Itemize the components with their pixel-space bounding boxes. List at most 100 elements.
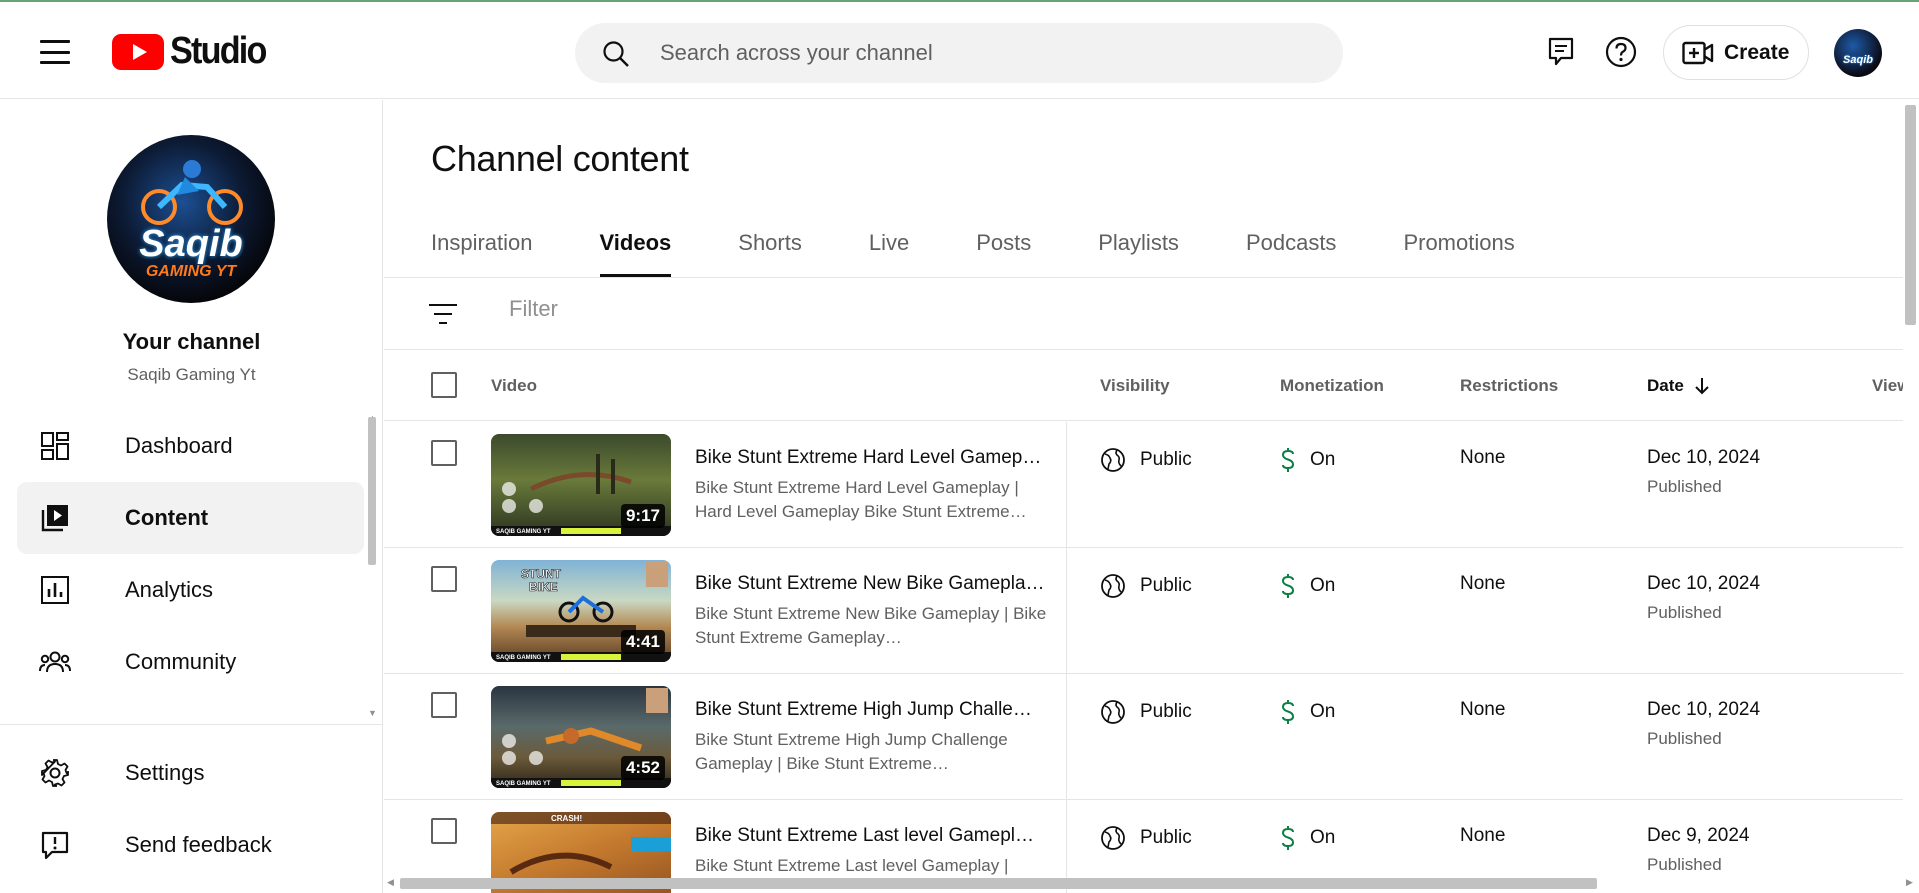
sort-down-icon[interactable] <box>1694 377 1710 395</box>
globe-icon <box>1101 700 1125 724</box>
restrictions-cell: None <box>1460 699 1506 720</box>
sidebar-scroll-down-icon[interactable]: ▼ <box>368 708 377 718</box>
monetization-cell[interactable]: On <box>1280 699 1335 725</box>
video-title[interactable]: Bike Stunt Extreme New Bike Gamepla… <box>695 573 1055 595</box>
monetization-cell[interactable]: On <box>1280 573 1335 599</box>
sidebar-item-label: Content <box>125 505 209 530</box>
dollar-icon <box>1281 826 1295 850</box>
column-date[interactable]: Date <box>1647 376 1710 396</box>
help-icon[interactable] <box>1605 36 1637 68</box>
select-all-checkbox[interactable] <box>431 372 457 398</box>
sidebar-item-label: Community <box>125 649 237 674</box>
tab-inspiration[interactable]: Inspiration <box>431 227 533 277</box>
channel-name: Saqib Gaming Yt <box>127 365 256 384</box>
account-avatar[interactable]: Saqib <box>1834 29 1882 77</box>
create-button[interactable]: Create <box>1663 25 1809 80</box>
row-checkbox[interactable] <box>431 440 457 466</box>
column-video: Video <box>491 376 537 395</box>
tab-promotions[interactable]: Promotions <box>1403 227 1514 277</box>
video-title[interactable]: Bike Stunt Extreme Last level Gamepl… <box>695 825 1055 847</box>
studio-logo[interactable]: Studio <box>112 30 276 73</box>
visibility-cell[interactable]: Public <box>1100 447 1192 473</box>
sidebar-item-analytics[interactable]: Analytics <box>17 554 364 626</box>
search-input[interactable] <box>660 23 1300 83</box>
sidebar-item-label: Dashboard <box>125 433 233 458</box>
visibility-cell[interactable]: Public <box>1100 699 1192 725</box>
sidebar-item-settings[interactable]: Settings <box>17 737 364 809</box>
row-checkbox[interactable] <box>431 818 457 844</box>
channel-avatar-line1: Saqib <box>139 223 243 265</box>
date-cell: Dec 10, 2024 <box>1647 699 1761 720</box>
motorbike-icon <box>141 160 243 225</box>
dashboard-icon <box>41 432 69 460</box>
video-title[interactable]: Bike Stunt Extreme Hard Level Gamep… <box>695 447 1055 469</box>
visibility-label: Public <box>1140 449 1192 470</box>
video-description: Bike Stunt Extreme High Jump Challenge G… <box>695 730 1008 773</box>
community-icon <box>39 651 71 673</box>
column-visibility[interactable]: Visibility <box>1100 376 1170 396</box>
status-label: Published <box>1647 603 1722 622</box>
scroll-left-icon[interactable]: ◀ <box>387 877 394 888</box>
column-restrictions[interactable]: Restrictions <box>1460 376 1558 396</box>
visibility-cell[interactable]: Public <box>1100 825 1192 851</box>
sidebar-item-content[interactable]: Content <box>17 482 364 554</box>
sidebar-scrollbar[interactable] <box>368 417 376 565</box>
video-description: Bike Stunt Extreme New Bike Gameplay | B… <box>695 604 1047 647</box>
globe-icon <box>1101 574 1125 598</box>
feedback-icon <box>41 831 69 860</box>
video-duration: 9:17 <box>620 504 665 528</box>
video-thumbnail[interactable]: SAQIB GAMING YT 4:52 <box>491 686 671 788</box>
monetization-cell[interactable]: On <box>1280 447 1335 473</box>
thumbnail-caption: CRASH! <box>551 814 583 823</box>
tab-videos[interactable]: Videos <box>599 227 671 277</box>
filter-icon[interactable] <box>428 303 458 325</box>
video-thumbnail[interactable]: SAQIB GAMING YT 9:17 <box>491 434 671 536</box>
visibility-cell[interactable]: Public <box>1100 573 1192 599</box>
column-divider <box>1066 422 1067 548</box>
create-label: Create <box>1724 40 1790 64</box>
visibility-label: Public <box>1140 827 1192 848</box>
filter-bar <box>384 278 1903 350</box>
horizontal-scrollbar[interactable] <box>400 878 1597 889</box>
date-cell: Dec 10, 2024 <box>1647 573 1761 594</box>
table-row[interactable]: STUNT BIKE SAQIB GAMING YT 4:41 Bike Stun… <box>384 548 1903 674</box>
sidebar-item-community[interactable]: Community <box>17 626 364 698</box>
video-thumbnail[interactable]: STUNT BIKE SAQIB GAMING YT 4:41 <box>491 560 671 662</box>
status-label: Published <box>1647 729 1722 748</box>
sidebar: Saqib GAMING YT Your channel Saqib Gamin… <box>0 100 383 893</box>
monetization-cell[interactable]: On <box>1280 825 1335 851</box>
content-icon <box>41 505 68 532</box>
restrictions-cell: None <box>1460 447 1506 468</box>
tab-playlists[interactable]: Playlists <box>1098 227 1179 277</box>
table-row[interactable]: SAQIB GAMING YT 9:17 Bike Stunt Extreme … <box>384 422 1903 548</box>
tab-live[interactable]: Live <box>869 227 909 277</box>
video-title[interactable]: Bike Stunt Extreme High Jump Challe… <box>695 699 1055 721</box>
date-cell: Dec 10, 2024 <box>1647 447 1761 468</box>
filter-input[interactable] <box>509 296 809 322</box>
scroll-right-icon[interactable]: ▶ <box>1906 877 1913 888</box>
vertical-scrollbar[interactable] <box>1905 105 1916 325</box>
search-bar[interactable] <box>575 23 1343 83</box>
sidebar-item-send-feedback[interactable]: Send feedback <box>17 809 364 881</box>
thumbnail-caption: SAQIB GAMING YT <box>496 655 551 661</box>
tab-podcasts[interactable]: Podcasts <box>1246 227 1337 277</box>
tab-shorts[interactable]: Shorts <box>738 227 802 277</box>
column-views[interactable]: Views <box>1872 376 1903 396</box>
channel-avatar[interactable]: Saqib GAMING YT <box>107 135 275 303</box>
menu-icon[interactable] <box>40 40 70 64</box>
search-icon <box>603 41 629 67</box>
sidebar-item-dashboard[interactable]: Dashboard <box>17 410 364 482</box>
column-monetization[interactable]: Monetization <box>1280 376 1384 396</box>
avatar-text: Saqib <box>1843 54 1873 66</box>
video-duration: 4:41 <box>620 630 665 654</box>
analytics-icon <box>41 576 69 604</box>
tab-posts[interactable]: Posts <box>976 227 1031 277</box>
table-row[interactable]: SAQIB GAMING YT 4:52 Bike Stunt Extreme … <box>384 674 1903 800</box>
row-checkbox[interactable] <box>431 692 457 718</box>
comments-icon[interactable] <box>1547 36 1575 68</box>
channel-title[interactable]: Your channel <box>0 329 383 355</box>
thumbnail-caption: SAQIB GAMING YT <box>496 529 551 535</box>
video-duration: 4:52 <box>620 756 665 780</box>
row-checkbox[interactable] <box>431 566 457 592</box>
globe-icon <box>1101 826 1125 850</box>
